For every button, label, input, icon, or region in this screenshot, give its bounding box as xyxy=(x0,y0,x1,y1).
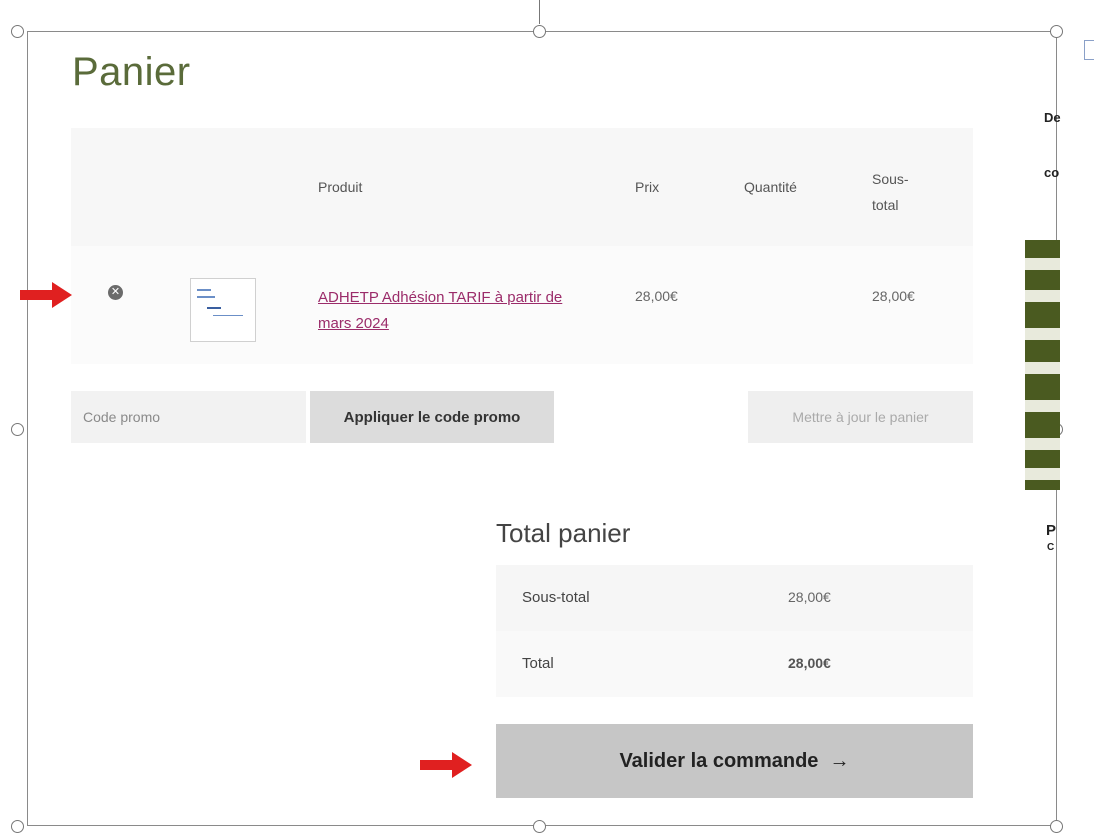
resize-handle-top-left[interactable] xyxy=(11,25,24,38)
header-price: Prix xyxy=(635,179,660,195)
proceed-to-checkout-button[interactable]: Valider la commande → xyxy=(496,724,973,798)
cart-totals-title: Total panier xyxy=(496,518,631,548)
side-text-fragment-3: P xyxy=(1046,522,1057,539)
product-thumbnail[interactable] xyxy=(190,278,256,342)
total-label: Total xyxy=(522,655,554,672)
item-price: 28,00€ xyxy=(635,288,678,304)
header-subtotal: Sous-total xyxy=(872,171,909,213)
layout-options-icon[interactable] xyxy=(1084,40,1094,60)
totals-total-row: Total 28,00€ xyxy=(496,631,973,697)
red-arrow-icon xyxy=(20,282,72,308)
remove-item-icon[interactable]: ✕ xyxy=(108,285,123,300)
resize-handle-bottom[interactable] xyxy=(533,820,546,833)
update-cart-button[interactable]: Mettre à jour le panier xyxy=(748,391,973,443)
product-link[interactable]: ADHETP Adhésion TARIF à partir de mars 2… xyxy=(318,285,588,337)
item-subtotal: 28,00€ xyxy=(872,288,915,304)
side-text-fragment-4: C xyxy=(1047,542,1055,553)
total-value: 28,00€ xyxy=(788,655,831,671)
red-arrow-icon xyxy=(420,752,472,778)
side-text-fragment-2: co xyxy=(1044,165,1060,180)
header-product: Produit xyxy=(318,179,363,195)
apply-coupon-button[interactable]: Appliquer le code promo xyxy=(310,391,554,443)
side-banner-image xyxy=(1025,240,1060,490)
subtotal-label: Sous-total xyxy=(522,589,590,606)
cart-table-header xyxy=(71,128,973,246)
subtotal-value: 28,00€ xyxy=(788,589,831,605)
resize-handle-top[interactable] xyxy=(533,25,546,38)
resize-handle-bottom-left[interactable] xyxy=(11,820,24,833)
side-text-fragment-1: De xyxy=(1044,110,1061,125)
checkout-label: Valider la commande xyxy=(619,749,819,772)
coupon-code-input[interactable] xyxy=(71,391,306,443)
totals-subtotal-row: Sous-total 28,00€ xyxy=(496,565,973,631)
arrow-right-icon: → xyxy=(829,749,850,772)
header-quantity: Quantité xyxy=(744,179,797,195)
resize-handle-bottom-right[interactable] xyxy=(1050,820,1063,833)
resize-handle-top-right[interactable] xyxy=(1050,25,1063,38)
rotation-handle-line xyxy=(539,0,540,24)
resize-handle-left[interactable] xyxy=(11,423,24,436)
page-title: Panier xyxy=(72,50,191,94)
